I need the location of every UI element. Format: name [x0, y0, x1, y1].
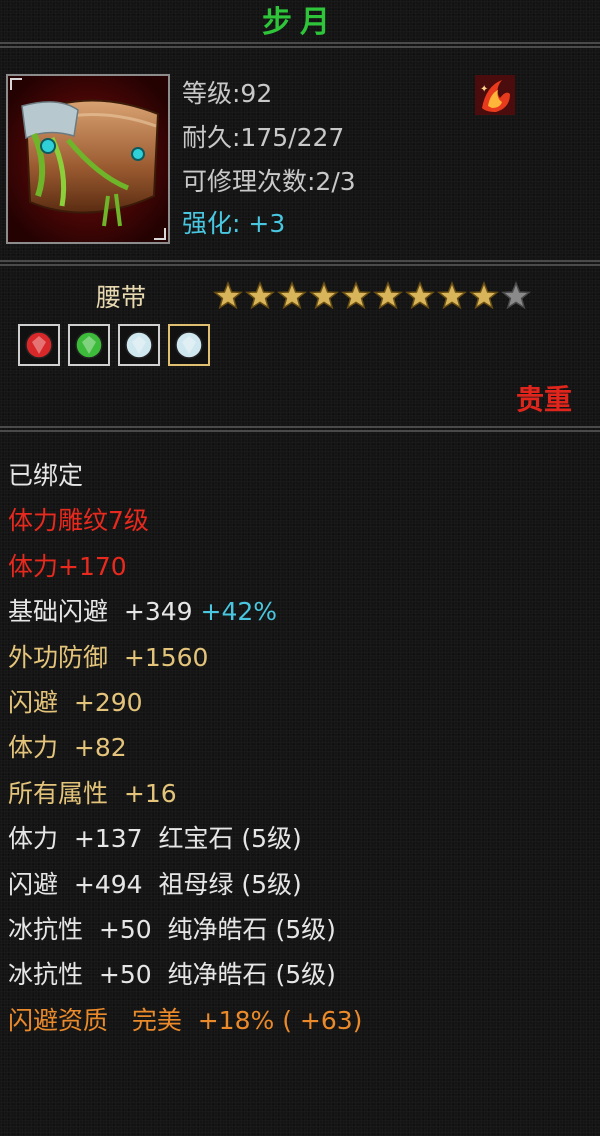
gem-bonus-line-4: 冰抗性 +50 纯净皓石 (5级) [8, 960, 336, 990]
diamond-gem-icon [175, 331, 203, 359]
item-durability: 耐久:175/227 [182, 123, 345, 152]
star-filled-icon [244, 280, 276, 310]
carving-stat-line: 体力+170 [8, 551, 127, 581]
star-filled-icon [468, 280, 500, 310]
star-filled-icon [308, 280, 340, 310]
star-filled-icon [276, 280, 308, 310]
emerald-gem-icon [75, 331, 103, 359]
gem-slot[interactable] [18, 324, 60, 366]
svg-text:✦: ✦ [480, 84, 488, 95]
item-level: 等级:92 [182, 79, 273, 108]
star-filled-icon [340, 280, 372, 310]
star-filled-icon [404, 280, 436, 310]
item-type: 腰带 [96, 283, 147, 312]
gem-slot[interactable] [168, 324, 210, 366]
item-name-title: 步月 [262, 5, 338, 40]
gem-bonus-line-3: 冰抗性 +50 纯净皓石 (5级) [8, 914, 336, 944]
divider-lower [0, 426, 600, 432]
all-attributes-line: 所有属性 +16 [8, 778, 177, 808]
item-repair-count: 可修理次数:2/3 [182, 167, 356, 196]
aptitude-line: 闪避资质 完美 +18% ( +63) [8, 1005, 363, 1035]
belt-item-icon [8, 76, 168, 242]
gem-slots [18, 324, 210, 366]
bound-status: 已绑定 [8, 461, 84, 490]
gem-slot[interactable] [118, 324, 160, 366]
star-filled-icon [372, 280, 404, 310]
carving-line: 体力雕纹7级 [8, 506, 149, 536]
base-dodge-percent: +42% [200, 597, 278, 627]
item-enhance-level: 强化: +3 [182, 209, 286, 238]
gem-slot[interactable] [68, 324, 110, 366]
star-empty-icon [500, 280, 532, 310]
base-dodge-value: 基础闪避 +349 [8, 597, 193, 627]
attribute-list: 已绑定 体力雕纹7级 体力+170 基础闪避 +349 +42% 外功防御 +1… [8, 453, 362, 1043]
stamina-line: 体力 +82 [8, 733, 127, 763]
gem-bonus-line-2: 闪避 +494 祖母绿 (5级) [8, 869, 302, 899]
divider-middle [0, 260, 600, 266]
diamond-gem-icon [125, 331, 153, 359]
dodge-line: 闪避 +290 [8, 687, 143, 717]
star-filled-icon [212, 280, 244, 310]
rarity-label: 贵重 [515, 383, 572, 416]
base-dodge-line: 基础闪避 +349 +42% [8, 589, 362, 634]
gem-bonus-line-1: 体力 +137 红宝石 (5级) [8, 824, 302, 854]
divider-top [0, 42, 600, 48]
star-filled-icon [436, 280, 468, 310]
ruby-gem-icon [25, 331, 53, 359]
external-defense-line: 外功防御 +1560 [8, 642, 209, 672]
star-rating [212, 280, 532, 312]
item-icon-frame[interactable] [6, 74, 170, 244]
flame-badge-icon: ✦ [472, 72, 518, 118]
